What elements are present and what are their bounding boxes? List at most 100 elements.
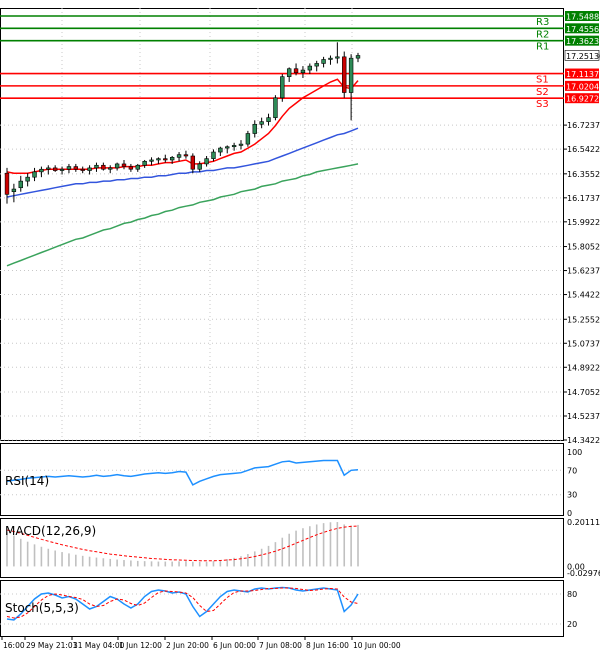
last-price-label: 17.25130 <box>566 52 600 61</box>
bull-candle-body <box>321 59 326 64</box>
level-label-r2: R2 <box>536 29 549 40</box>
bull-candle-body <box>300 69 306 73</box>
bull-candle-body <box>328 57 333 60</box>
bull-candle-body <box>176 154 182 158</box>
bull-candle-body <box>156 158 161 161</box>
time-axis-label: 7 Jun 08:00 <box>259 641 302 650</box>
bull-candle-body <box>46 167 51 170</box>
time-axis-label: 1 Jun 12:00 <box>119 641 162 650</box>
time-axis-label: 16:00 <box>3 641 25 650</box>
price-axis-label: 14.89220 <box>567 363 600 372</box>
level-label-s2: S2 <box>536 87 549 98</box>
level-label-r1: R1 <box>536 42 549 53</box>
time-axis-label: 6 Jun 00:00 <box>213 641 256 650</box>
bull-candle-body <box>87 167 92 171</box>
rsi-title: RSI(14) <box>5 474 49 488</box>
price-axis-label: 15.80520 <box>567 243 600 252</box>
bull-candle-body <box>59 168 65 171</box>
bull-candle-body <box>252 123 257 134</box>
bull-candle-body <box>280 76 285 99</box>
bull-candle-body <box>114 163 120 169</box>
stoch-title: Stoch(5,5,3) <box>5 601 79 615</box>
level-label-s3: S3 <box>536 99 549 110</box>
bull-candle-body <box>108 167 113 170</box>
price-axis-label: 16.54220 <box>567 145 600 154</box>
level-label-s1: S1 <box>536 75 549 86</box>
bull-candle-body <box>11 188 17 193</box>
candle <box>280 74 285 102</box>
bull-candle-body <box>273 97 278 118</box>
price-axis-label: 15.99220 <box>567 218 600 227</box>
candle <box>273 95 278 121</box>
bull-candle-body <box>169 157 175 161</box>
level-price-label: 17.45560 <box>566 25 600 34</box>
bear-candle-body <box>293 68 299 73</box>
time-axis-label: 10 Jun 00:00 <box>353 641 401 650</box>
price-axis-label: 14.70520 <box>567 388 600 397</box>
bull-candle-body <box>218 147 223 153</box>
level-price-label: 17.02040 <box>566 82 600 91</box>
bull-candle-body <box>348 57 354 93</box>
macd-axis-label: 0.201119 <box>567 518 600 527</box>
bear-candle-body <box>128 166 134 170</box>
time-axis-label: 31 May 04:00 <box>73 641 125 650</box>
price-axis-label: 16.35520 <box>567 170 600 179</box>
rsi-axis-label: 0 <box>567 509 572 518</box>
rsi-axis-label: 100 <box>567 448 582 457</box>
bull-candle-body <box>25 176 30 182</box>
trading-chart: R3R2 R1 S1S2S3 17.54880 17.45560 17.36230 17.2… <box>0 0 600 654</box>
price-axis-label: 15.25520 <box>567 315 600 324</box>
stoch-axis-label: 80 <box>567 590 577 599</box>
bear-candle-body <box>73 166 79 170</box>
macd-title: MACD(12,26,9) <box>5 524 96 538</box>
bear-candle-body <box>163 158 168 161</box>
bear-candle-body <box>190 155 196 170</box>
level-price-label: 16.92720 <box>566 95 600 104</box>
candle <box>342 51 347 98</box>
price-axis-label: 16.17370 <box>567 194 600 203</box>
bear-candle-body <box>52 167 58 171</box>
bull-candle-body <box>259 121 264 125</box>
level-price-label: 17.54880 <box>566 13 600 22</box>
rsi-axis-label: 70 <box>567 466 577 475</box>
bull-candle-body <box>142 160 147 166</box>
bull-candle-body <box>197 163 202 170</box>
bull-candle-body <box>266 117 271 122</box>
time-axis-label: 2 Jun 20:00 <box>166 641 209 650</box>
bear-candle-body <box>4 172 10 195</box>
price-axis-label: 15.62370 <box>567 267 600 276</box>
level-price-label: 17.36230 <box>566 37 600 46</box>
bull-candle-body <box>225 146 230 149</box>
bull-candle-body <box>204 158 209 165</box>
chart-root: R3R2 R1 S1S2S3 17.54880 17.45560 17.36230 17.2… <box>0 0 600 654</box>
bull-candle-body <box>238 143 244 146</box>
bull-candle-body <box>245 133 251 145</box>
price-axis-label: 15.07370 <box>567 339 600 348</box>
price-axis-label: 14.34220 <box>567 436 600 445</box>
candle <box>245 130 251 147</box>
bull-candle-body <box>149 159 154 162</box>
rsi-axis-label: 30 <box>567 491 577 500</box>
macd-axis-label: -0.029763 <box>567 569 600 578</box>
bull-candle-body <box>211 151 216 159</box>
price-axis-label: 16.72370 <box>567 121 600 130</box>
bull-candle-body <box>307 65 313 71</box>
bull-candle-body <box>355 55 361 59</box>
bear-candle-body <box>342 56 347 93</box>
bull-candle-body <box>335 56 340 59</box>
bull-candle-body <box>135 164 140 170</box>
price-axis-label: 15.44220 <box>567 291 600 300</box>
bear-candle-body <box>101 164 106 170</box>
level-price-label: 17.11370 <box>566 70 600 79</box>
bear-candle-body <box>80 168 85 171</box>
level-label-r3: R3 <box>536 17 549 28</box>
bull-candle-body <box>39 168 44 173</box>
time-axis-label: 29 May 21:01 <box>26 641 78 650</box>
time-axis-label: 8 Jun 16:00 <box>306 641 349 650</box>
stoch-axis-label: 20 <box>567 620 577 629</box>
bull-candle-body <box>314 63 319 67</box>
price-axis-label: 14.52370 <box>567 412 600 421</box>
bull-candle-body <box>18 180 23 189</box>
bear-candle-body <box>121 163 127 167</box>
bull-candle-body <box>66 166 72 170</box>
